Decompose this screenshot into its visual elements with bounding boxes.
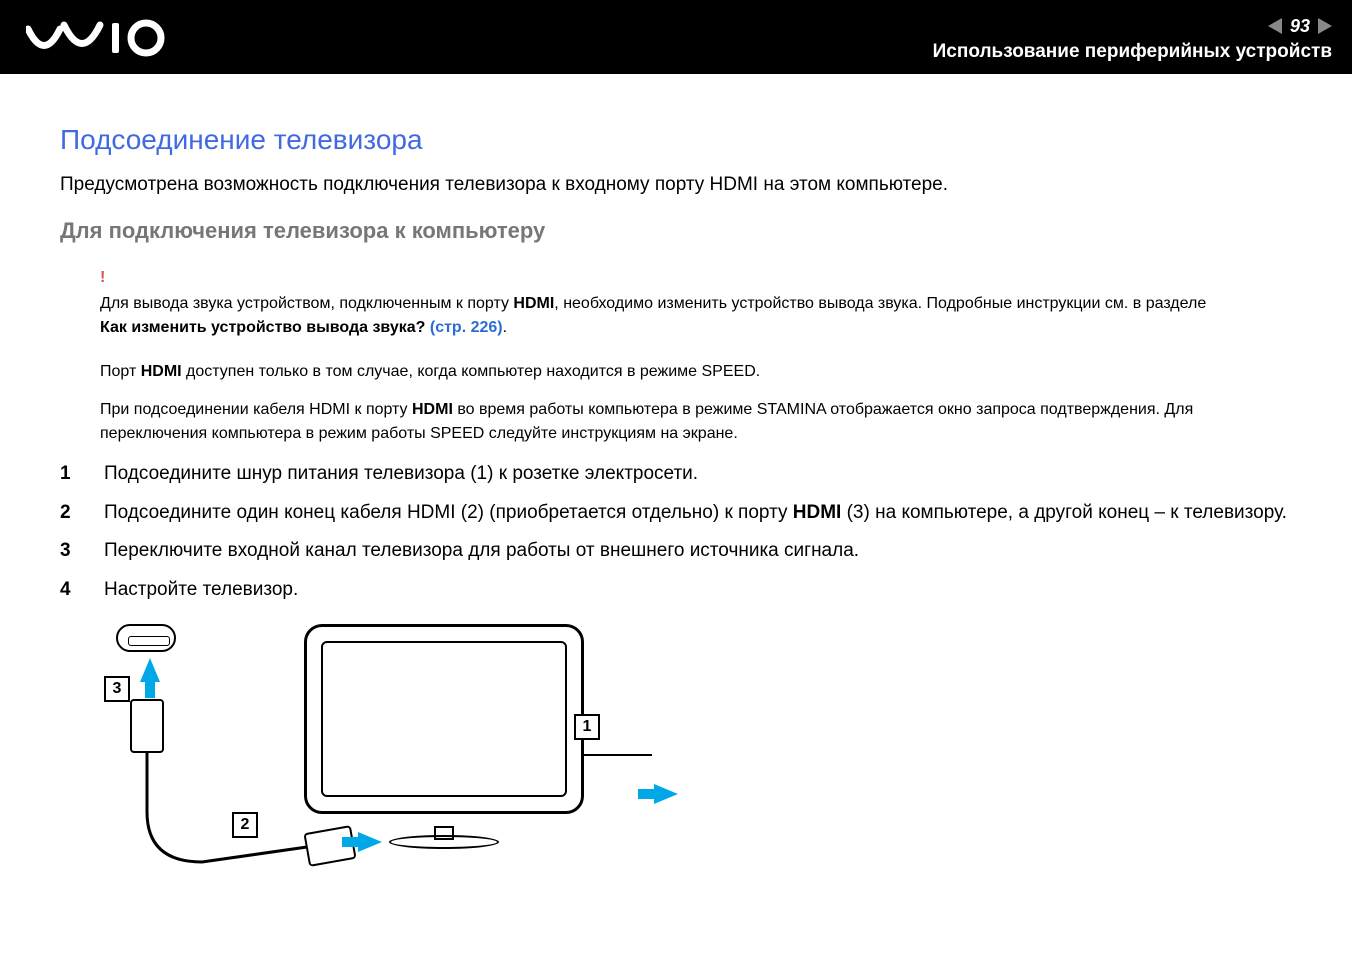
note1-post: доступен только в том случае, когда комп… <box>182 363 761 380</box>
vaio-logo <box>26 17 186 57</box>
callout-2: 2 <box>232 812 258 838</box>
note1-pre: Порт <box>100 363 141 380</box>
header-right: 93 Использование периферийных устройств <box>933 12 1332 63</box>
step-2-hdmi: HDMI <box>793 502 842 523</box>
page-header: 93 Использование периферийных устройств <box>0 0 1352 74</box>
prev-page-arrow-icon[interactable] <box>1268 18 1282 34</box>
note1-hdmi: HDMI <box>141 363 182 380</box>
warning-text-mid: , необходимо изменить устройство вывода … <box>554 295 1206 312</box>
warning-icon: ! <box>100 266 1292 290</box>
callout-3: 3 <box>104 676 130 702</box>
step-1-text: Подсоедините шнур питания телевизора (1)… <box>104 463 698 484</box>
next-page-arrow-icon[interactable] <box>1318 18 1332 34</box>
note2-pre: При подсоединении кабеля HDMI к порту <box>100 401 412 418</box>
intro-text: Предусмотрена возможность подключения те… <box>60 174 1292 196</box>
warning-question: Как изменить устройство вывода звука? <box>100 319 430 336</box>
warning-block: ! Для вывода звука устройством, подключе… <box>100 266 1292 340</box>
step-1: Подсоедините шнур питания телевизора (1)… <box>60 460 1292 489</box>
arrow-up-icon <box>140 658 160 682</box>
connection-diagram: 3 2 1 <box>104 624 804 884</box>
warning-hdmi: HDMI <box>513 295 554 312</box>
page-content: Подсоединение телевизора Предусмотрена в… <box>0 74 1352 904</box>
arrow-power-icon <box>654 784 678 804</box>
tv-icon <box>304 624 604 834</box>
step-3: Переключите входной канал телевизора для… <box>60 537 1292 566</box>
page-ref-link[interactable]: (стр. 226) <box>430 319 503 336</box>
page-title: Подсоединение телевизора <box>60 124 1292 156</box>
hdmi-port-icon <box>116 624 176 652</box>
step-3-text: Переключите входной канал телевизора для… <box>104 540 859 561</box>
power-cable-icon <box>582 754 652 756</box>
warning-text-pre: Для вывода звука устройством, подключенн… <box>100 295 513 312</box>
page-number: 93 <box>1290 16 1310 37</box>
sub-heading: Для подключения телевизора к компьютеру <box>60 218 1292 244</box>
arrow-tv-icon <box>358 832 382 852</box>
step-2: Подсоедините один конец кабеля HDMI (2) … <box>60 499 1292 528</box>
step-2-post: (3) на компьютере, а другой конец – к те… <box>841 502 1287 523</box>
hdmi-connector-icon <box>130 699 164 753</box>
callout-1: 1 <box>574 714 600 740</box>
page-nav: 93 <box>1268 16 1332 37</box>
step-2-pre: Подсоедините один конец кабеля HDMI (2) … <box>104 502 793 523</box>
steps-list: Подсоедините шнур питания телевизора (1)… <box>60 460 1292 604</box>
breadcrumb: Использование периферийных устройств <box>933 41 1332 63</box>
note2-hdmi: HDMI <box>412 401 453 418</box>
step-4-text: Настройте телевизор. <box>104 579 298 600</box>
step-4: Настройте телевизор. <box>60 576 1292 605</box>
warning-dot: . <box>503 319 507 336</box>
notes-block: Порт HDMI доступен только в том случае, … <box>100 360 1292 446</box>
